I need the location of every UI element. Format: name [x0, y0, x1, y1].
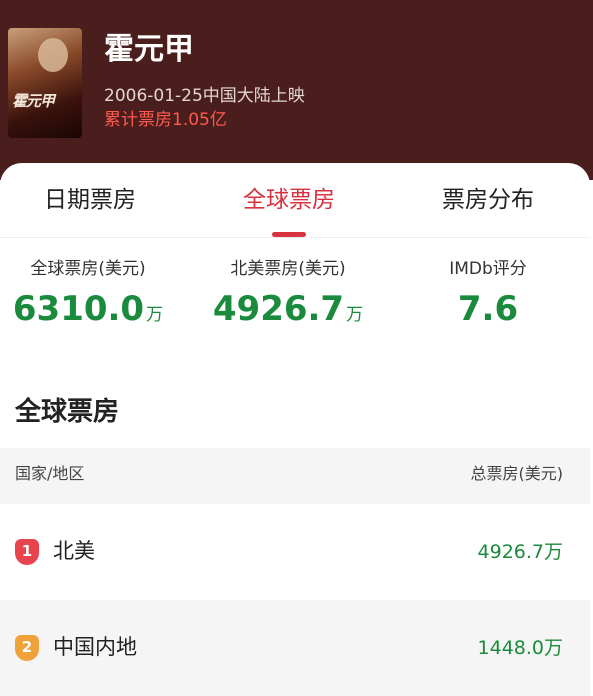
movie-header: 霍元甲 霍元甲 2006-01-25中国大陆上映 累计票房1.05亿: [0, 0, 593, 180]
stat-north-america-box-office: 北美票房(美元) 4926.7 万: [188, 257, 388, 335]
rank-badge: 2: [15, 635, 39, 661]
stat-value: 4926.7 万: [188, 289, 388, 335]
table-row[interactable]: 2 中国内地 1448.0万: [0, 600, 590, 696]
poster-title-art: 霍元甲: [12, 92, 55, 110]
column-header-total: 总票房(美元): [470, 464, 564, 483]
stat-label: 全球票房(美元): [30, 259, 146, 279]
movie-title: 霍元甲: [104, 32, 194, 67]
stat-unit: 万: [346, 305, 364, 325]
table-row[interactable]: 1 北美 4926.7万: [0, 504, 590, 600]
tab-bar: 日期票房 全球票房 票房分布: [0, 163, 590, 238]
active-tab-indicator: [272, 232, 306, 237]
stat-value: 7.6: [388, 289, 588, 329]
region-box-office: 4926.7万: [477, 541, 563, 563]
tab-daily-box-office[interactable]: 日期票房: [0, 183, 180, 217]
movie-poster[interactable]: 霍元甲: [8, 28, 82, 138]
stat-label: 北美票房(美元): [230, 259, 346, 279]
poster-figure: [38, 38, 68, 72]
tab-box-office-distribution[interactable]: 票房分布: [398, 183, 578, 217]
content-card: 日期票房 全球票房 票房分布 全球票房(美元) 6310.0 万 北美票房(美元)…: [0, 163, 590, 696]
stat-number: 7.6: [457, 289, 519, 329]
section-title: 全球票房: [15, 397, 120, 427]
tab-global-box-office[interactable]: 全球票房: [199, 183, 379, 217]
column-header-region: 国家/地区: [15, 464, 85, 483]
stat-number: 6310.0: [12, 289, 145, 329]
stat-global-box-office: 全球票房(美元) 6310.0 万: [0, 257, 188, 335]
cumulative-box-office: 累计票房1.05亿: [104, 110, 227, 130]
region-name: 北美: [53, 539, 95, 563]
stat-label: IMDb评分: [449, 259, 527, 279]
region-name: 中国内地: [53, 635, 137, 659]
stat-unit: 万: [146, 305, 164, 325]
stat-value: 6310.0 万: [0, 289, 188, 335]
rank-badge: 1: [15, 539, 39, 565]
table-header: 国家/地区 总票房(美元): [0, 448, 590, 504]
stat-number: 4926.7: [212, 289, 345, 329]
release-info: 2006-01-25中国大陆上映: [104, 86, 305, 106]
stat-imdb-rating: IMDb评分 7.6: [388, 257, 588, 329]
region-box-office: 1448.0万: [477, 637, 563, 659]
